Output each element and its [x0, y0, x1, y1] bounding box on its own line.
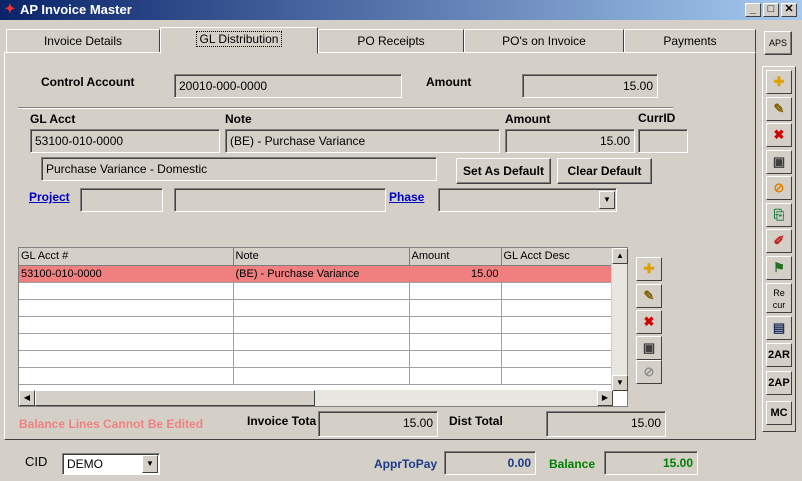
cell-desc[interactable]: [501, 265, 614, 283]
control-account-field[interactable]: 20010-000-0000: [174, 74, 402, 98]
table-row[interactable]: [19, 367, 614, 385]
edit-record-icon[interactable]: ✎: [766, 97, 792, 121]
balance-lines-warning: Balance Lines Cannot Be Edited: [19, 417, 204, 431]
maximize-button[interactable]: □: [763, 3, 779, 17]
dist-total-label: Dist Total: [449, 414, 503, 428]
amount-label: Amount: [505, 112, 551, 126]
cid-label: CID: [25, 454, 48, 469]
scroll-down-icon[interactable]: ▼: [612, 375, 628, 391]
tab-pos-on-invoice[interactable]: PO's on Invoice: [464, 29, 624, 53]
chevron-down-icon[interactable]: ▼: [142, 455, 158, 473]
to-ap-button[interactable]: 2AP: [766, 371, 792, 395]
scroll-right-icon[interactable]: ▶: [597, 390, 613, 406]
window-title: AP Invoice Master: [20, 2, 132, 17]
control-account-label: Control Account: [41, 75, 135, 89]
aps-button[interactable]: APS: [764, 31, 792, 55]
app-icon: ✦: [4, 1, 16, 16]
project-code-field[interactable]: [80, 188, 163, 212]
grid-header-row: GL Acct # Note Amount GL Acct Desc: [19, 248, 614, 266]
horizontal-scrollbar[interactable]: ◀ ▶: [19, 390, 613, 406]
chevron-down-icon[interactable]: ▼: [599, 191, 615, 209]
new-line-icon[interactable]: ✚: [636, 257, 662, 281]
tab-po-receipts[interactable]: PO Receipts: [318, 29, 464, 53]
project-name-field[interactable]: [174, 188, 386, 212]
stamp-icon[interactable]: ⚑: [766, 256, 792, 280]
title-bar: ✦ AP Invoice Master _ □ ✕: [0, 0, 802, 20]
divider: [18, 107, 673, 109]
table-row[interactable]: [19, 316, 614, 334]
note-label: Note: [225, 112, 252, 126]
clear-default-button[interactable]: Clear Default: [557, 158, 652, 184]
invoice-total-field: 15.00: [318, 411, 438, 437]
dist-total-field: 15.00: [546, 411, 666, 437]
amount-field[interactable]: 15.00: [505, 129, 635, 153]
vertical-scrollbar[interactable]: ▲ ▼: [611, 248, 628, 391]
note-field[interactable]: (BE) - Purchase Variance: [225, 129, 500, 153]
scroll-up-icon[interactable]: ▲: [612, 248, 628, 264]
balance-label: Balance: [549, 457, 596, 471]
invoice-total-label: Invoice Tota: [247, 414, 317, 428]
save-record-icon[interactable]: ▣: [766, 150, 792, 174]
recur-button[interactable]: Re cur: [766, 283, 792, 313]
gl-description-field[interactable]: Purchase Variance - Domestic: [41, 157, 437, 181]
appr-to-pay-label: ApprToPay: [374, 457, 438, 471]
column-header-amount[interactable]: Amount: [409, 248, 502, 266]
column-header-gl-acct[interactable]: GL Acct #: [19, 248, 234, 266]
edit-line-icon[interactable]: ✎: [636, 284, 662, 308]
appr-to-pay-field: 0.00: [444, 451, 536, 475]
currid-label: CurrID: [638, 111, 676, 125]
table-row[interactable]: [19, 333, 614, 351]
column-header-gl-acct-desc[interactable]: GL Acct Desc: [501, 248, 614, 266]
cell-gl-acct[interactable]: 53100-010-0000: [19, 265, 234, 283]
copy-record-icon[interactable]: ⎘: [766, 203, 792, 227]
new-record-icon[interactable]: ✚: [766, 70, 792, 94]
mc-button[interactable]: MC: [766, 401, 792, 425]
scroll-left-icon[interactable]: ◀: [19, 390, 35, 406]
tab-gl-distribution[interactable]: GL Distribution: [160, 27, 318, 54]
cid-dropdown[interactable]: DEMO ▼: [62, 453, 160, 475]
to-ar-button[interactable]: 2AR: [766, 343, 792, 367]
tab-invoice-details[interactable]: Invoice Details: [6, 29, 160, 53]
control-amount-label: Amount: [426, 75, 472, 89]
project-link[interactable]: Project: [29, 190, 70, 204]
table-row[interactable]: [19, 282, 614, 300]
column-header-note[interactable]: Note: [233, 248, 410, 266]
cid-value: DEMO: [67, 457, 103, 471]
cancel-record-icon[interactable]: ⊘: [766, 176, 792, 200]
set-as-default-button[interactable]: Set As Default: [456, 158, 551, 184]
cancel-line-icon[interactable]: ⊘: [636, 360, 662, 384]
minimize-button[interactable]: _: [745, 3, 761, 17]
tab-payments[interactable]: Payments: [624, 29, 756, 53]
notes-icon[interactable]: ✐: [766, 229, 792, 253]
documents-icon[interactable]: ▤: [766, 316, 792, 340]
gl-distribution-grid[interactable]: GL Acct # Note Amount GL Acct Desc 53100…: [18, 247, 628, 407]
scroll-thumb[interactable]: [35, 390, 315, 406]
cell-amount[interactable]: 15.00: [409, 265, 502, 283]
delete-line-icon[interactable]: ✖: [636, 310, 662, 334]
gl-acct-label: GL Acct: [30, 112, 76, 126]
gl-acct-field[interactable]: 53100-010-0000: [30, 129, 220, 153]
control-amount-field[interactable]: 15.00: [522, 74, 658, 98]
phase-dropdown[interactable]: ▼: [438, 188, 617, 212]
table-row[interactable]: 53100-010-0000 (BE) - Purchase Variance …: [19, 265, 614, 283]
table-row[interactable]: [19, 299, 614, 317]
currid-field[interactable]: [638, 129, 688, 153]
balance-field: 15.00: [604, 451, 698, 475]
table-row[interactable]: [19, 350, 614, 368]
cell-note[interactable]: (BE) - Purchase Variance: [233, 265, 410, 283]
delete-record-icon[interactable]: ✖: [766, 123, 792, 147]
save-line-icon[interactable]: ▣: [636, 336, 662, 360]
close-button[interactable]: ✕: [781, 3, 797, 17]
phase-link[interactable]: Phase: [389, 190, 424, 204]
